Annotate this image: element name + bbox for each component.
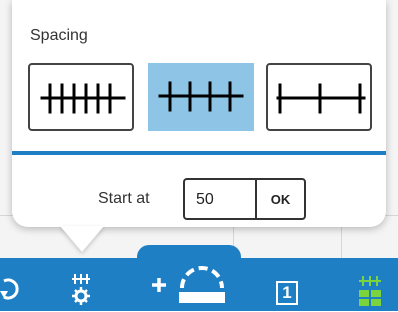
start-at-label: Start at [98, 190, 150, 207]
spacing-option-wide[interactable] [266, 63, 372, 131]
grid-ruler-icon[interactable] [356, 273, 384, 312]
rotate-icon[interactable] [0, 277, 22, 306]
popover-title: Spacing [30, 27, 88, 44]
number-one-box-icon[interactable]: 1 [276, 281, 298, 305]
popover-divider [12, 151, 386, 155]
ok-button[interactable]: OK [256, 178, 306, 220]
ruler-settings-icon[interactable] [68, 271, 94, 310]
add-shape-icon[interactable] [150, 258, 230, 309]
number-one-label: 1 [276, 281, 298, 305]
spacing-option-medium[interactable] [148, 63, 254, 131]
start-at-input[interactable]: 50 [183, 178, 257, 220]
wide-spacing-icon [276, 83, 366, 114]
medium-spacing-icon [158, 81, 244, 112]
bg-gridline [341, 225, 342, 258]
spacing-popover: Spacing Start at 50 OK [12, 0, 386, 227]
popover-pointer [60, 226, 104, 252]
tight-spacing-icon [40, 83, 126, 114]
spacing-option-tight[interactable] [28, 63, 134, 131]
